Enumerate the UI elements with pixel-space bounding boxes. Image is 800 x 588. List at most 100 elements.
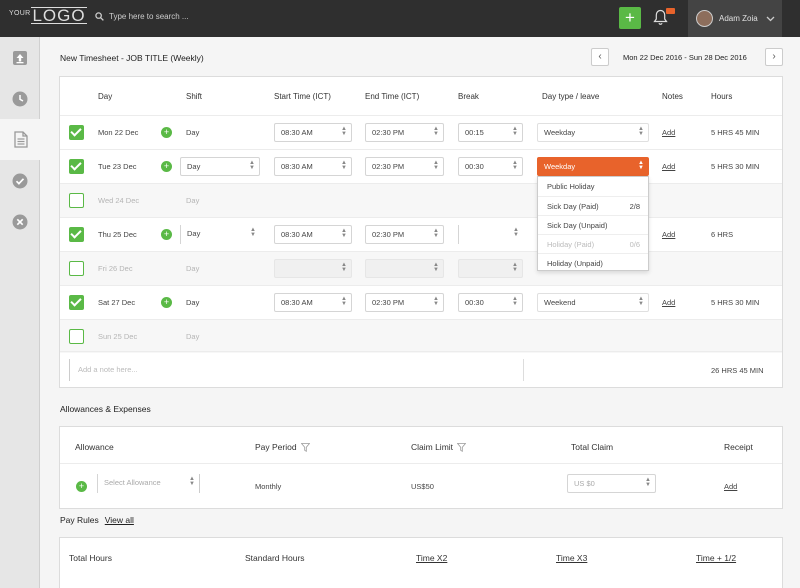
notification-badge [666, 8, 675, 14]
day-checkbox[interactable] [69, 193, 84, 208]
day-checkbox[interactable] [69, 159, 84, 174]
allowance-select[interactable]: Select Allowance ▲ ▼ [97, 474, 200, 493]
hours-value: 5 HRS 30 MIN [711, 162, 760, 171]
break-field: ▲ ▼ [458, 259, 523, 278]
dropdown-option[interactable]: Holiday (Unpaid) [538, 253, 648, 272]
add-button[interactable]: + [619, 7, 641, 29]
day-label: Sat 27 Dec [98, 298, 136, 307]
dropdown-option[interactable]: Sick Day (Paid) 2/8 [538, 196, 648, 215]
add-note-link[interactable]: Add [662, 298, 675, 307]
shift-select[interactable]: Day ▲ ▼ [180, 225, 260, 244]
start-time-field[interactable]: 08:30 AM ▲ ▼ [274, 123, 352, 142]
start-time-field[interactable]: 08:30 AM ▲ ▼ [274, 225, 352, 244]
col-header-break: Break [458, 92, 479, 101]
add-shift-icon[interactable]: + [161, 161, 172, 172]
view-all-link[interactable]: View all [105, 515, 134, 525]
dropdown-option[interactable]: Public Holiday [538, 177, 648, 196]
dropdown-option-disabled: Holiday (Paid) 0/6 [538, 234, 648, 253]
end-time-field[interactable]: 02:30 PM ▲ ▼ [365, 123, 444, 142]
user-menu[interactable]: Adam Zoia [688, 0, 782, 37]
break-field[interactable]: 00:15 ▲ ▼ [458, 123, 523, 142]
day-label: Tue 23 Dec [98, 162, 137, 171]
search-input[interactable]: Type here to search ... [109, 12, 189, 21]
day-checkbox[interactable] [69, 329, 84, 344]
total-claim-input[interactable]: US $0 ▲ ▼ [567, 474, 656, 493]
day-label: Fri 26 Dec [98, 264, 133, 273]
col-header-pay-period[interactable]: Pay Period [255, 442, 310, 452]
break-field[interactable]: ▲ ▼ [458, 225, 523, 244]
col-header-hours: Hours [711, 92, 733, 101]
col-header-claim-limit[interactable]: Claim Limit [411, 442, 467, 452]
filter-icon[interactable] [457, 442, 467, 452]
claim-limit-value: US$50 [411, 482, 434, 491]
col-header-notes: Notes [662, 92, 683, 101]
col-header-total-hours: Total Hours [69, 553, 112, 563]
next-week-button[interactable]: › [765, 48, 783, 66]
add-shift-icon[interactable]: + [161, 127, 172, 138]
day-type-select[interactable]: Weekend ▲ ▼ [537, 293, 649, 312]
add-shift-icon[interactable]: + [161, 229, 172, 240]
note-input[interactable]: Add a note here... [69, 359, 524, 381]
sidebar-item-upload[interactable] [0, 37, 40, 78]
note-row: Add a note here... 26 HRS 45 MIN [60, 351, 782, 388]
shift-select[interactable]: Day ▲ ▼ [180, 157, 260, 176]
day-type-dropdown: Public Holiday Sick Day (Paid) 2/8 Sick D… [537, 176, 649, 271]
allowances-card: Allowance Pay Period Claim Limit Total C… [59, 426, 783, 509]
add-note-link[interactable]: Add [662, 162, 675, 171]
total-hours: 26 HRS 45 MIN [711, 366, 764, 375]
pay-rules-card: Total Hours Standard Hours Time X2 Time … [59, 537, 783, 588]
day-checkbox[interactable] [69, 227, 84, 242]
previous-week-button[interactable]: ‹ [591, 48, 609, 66]
close-circle-icon [12, 214, 28, 229]
page-title: New Timesheet - JOB TITLE (Weekly) [60, 53, 204, 63]
day-checkbox[interactable] [69, 125, 84, 140]
sidebar-item-approved[interactable] [0, 160, 40, 201]
chevron-left-icon: ‹ [598, 51, 602, 62]
start-time-field[interactable]: 08:30 AM ▲ ▼ [274, 293, 352, 312]
day-type-select[interactable]: Weekday ▲ ▼ [537, 123, 649, 142]
day-checkbox[interactable] [69, 261, 84, 276]
day-label: Thu 25 Dec [98, 230, 137, 239]
shift-value: Day [186, 128, 200, 137]
table-row: Thu 25 Dec + Day ▲ ▼ 08:30 AM ▲ ▼ 02:30 PM ▲ ▼… [60, 217, 782, 251]
end-time-field[interactable]: 02:30 PM ▲ ▼ [365, 225, 444, 244]
logo-small-text: YOUR [9, 10, 31, 17]
user-name: Adam Zoia [719, 14, 758, 23]
add-receipt-link[interactable]: Add [724, 482, 737, 491]
col-header-standard-hours: Standard Hours [245, 553, 305, 563]
add-note-link[interactable]: Add [662, 128, 675, 137]
logo-big-text: LOGO [31, 6, 87, 25]
check-circle-icon [12, 173, 28, 188]
sidebar-item-clock[interactable] [0, 78, 40, 119]
start-time-field[interactable]: 08:30 AM ▲ ▼ [274, 157, 352, 176]
break-field[interactable]: 00:30 ▲ ▼ [458, 157, 523, 176]
col-header-time-x3[interactable]: Time X3 [556, 553, 587, 563]
add-shift-icon[interactable]: + [161, 297, 172, 308]
table-row: Fri 26 Dec Day ▲ ▼ ▲ ▼ ▲ ▼ [60, 251, 782, 285]
shift-value: Day [186, 298, 200, 307]
sidebar-item-timesheet[interactable] [0, 119, 42, 160]
col-header-time-x2[interactable]: Time X2 [416, 553, 447, 563]
col-header-time-half[interactable]: Time + 1/2 [696, 553, 736, 563]
hours-value: 6 HRS [711, 230, 734, 239]
day-type-select-open[interactable]: Weekday ▲ ▼ [537, 157, 649, 176]
search-bar[interactable]: Type here to search ... [95, 12, 189, 21]
break-field[interactable]: 00:30 ▲ ▼ [458, 293, 523, 312]
filter-icon[interactable] [300, 442, 310, 452]
avatar [696, 10, 713, 27]
chevron-down-icon [766, 16, 775, 21]
end-time-field[interactable]: 02:30 PM ▲ ▼ [365, 157, 444, 176]
end-time-field[interactable]: 02:30 PM ▲ ▼ [365, 293, 444, 312]
end-time-field: ▲ ▼ [365, 259, 444, 278]
document-icon [13, 131, 28, 148]
sidebar-item-rejected[interactable] [0, 201, 40, 242]
pay-period-value: Monthly [255, 482, 282, 491]
day-checkbox[interactable] [69, 295, 84, 310]
hours-value: 5 HRS 30 MIN [711, 298, 760, 307]
table-row: Mon 22 Dec + Day 08:30 AM ▲ ▼ 02:30 PM ▲ ▼ 0… [60, 115, 782, 149]
add-note-link[interactable]: Add [662, 230, 675, 239]
dropdown-option[interactable]: Sick Day (Unpaid) [538, 215, 648, 234]
logo[interactable]: YOUR LOGO [9, 7, 87, 24]
table-row: Wed 24 Dec Day [60, 183, 782, 217]
add-allowance-icon[interactable]: + [76, 481, 87, 492]
